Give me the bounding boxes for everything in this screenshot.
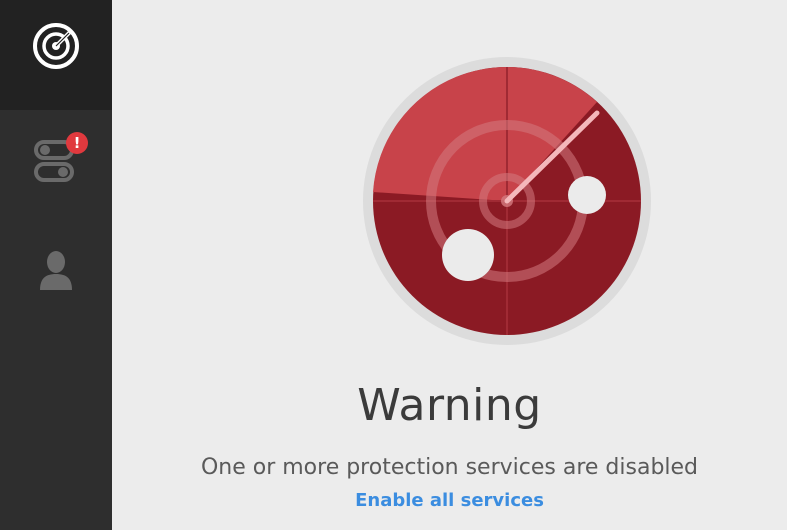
sidebar-logo-area (0, 0, 112, 110)
user-silhouette-icon (38, 250, 74, 295)
alert-badge: ! (66, 132, 88, 154)
main-panel: Warning One or more protection services … (112, 0, 787, 530)
sidebar-item-services[interactable]: ! (0, 128, 112, 192)
app-window: ! Warning One or more protection service… (0, 0, 787, 530)
radar-logo-icon[interactable] (31, 21, 81, 76)
radar-status-graphic (361, 55, 653, 352)
enable-all-services-link[interactable]: Enable all services (112, 490, 787, 511)
status-message: One or more protection services are disa… (200, 455, 699, 480)
status-title: Warning (357, 380, 542, 431)
sidebar: ! (0, 0, 112, 530)
sidebar-item-account[interactable] (0, 240, 112, 304)
